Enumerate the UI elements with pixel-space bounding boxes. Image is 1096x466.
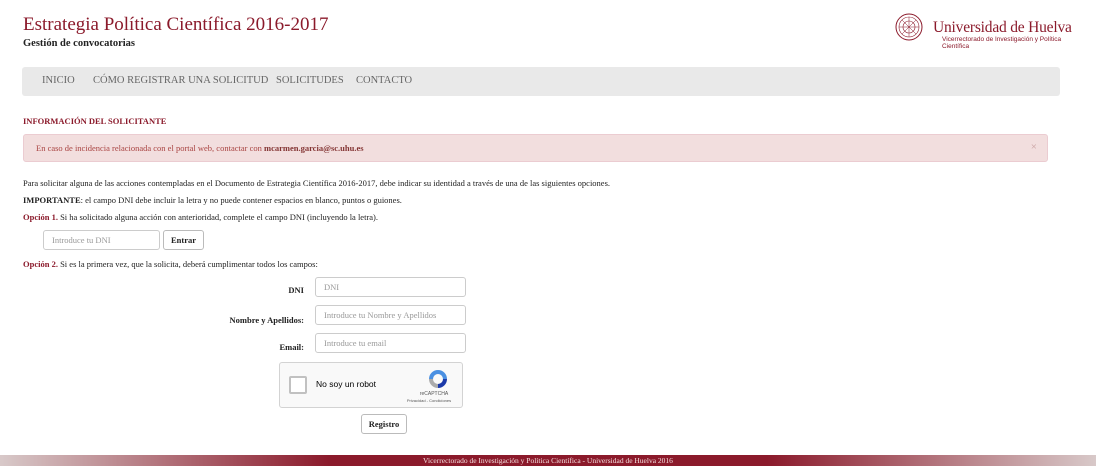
- recaptcha-brand: reCAPTCHA: [419, 391, 449, 397]
- dni-field-label: DNI: [288, 285, 304, 295]
- enter-button[interactable]: Entrar: [163, 230, 204, 250]
- option2-label: Opción 2.: [23, 259, 58, 269]
- university-name: Universidad de Huelva: [933, 19, 1072, 36]
- option2-text: Si es la primera vez, que la solicita, d…: [60, 259, 318, 269]
- important-label: IMPORTANTE: [23, 195, 81, 205]
- nav-item-contacto[interactable]: CONTACTO: [356, 75, 412, 86]
- option2-description: Opción 2. Si es la primera vez, que la s…: [23, 259, 318, 269]
- nav-item-como-registrar[interactable]: CÓMO REGISTRAR UNA SOLICITUD: [93, 75, 268, 86]
- recaptcha-label: No soy un robot: [316, 379, 377, 389]
- page-header: Estrategia Política Científica 2016-2017…: [0, 0, 1096, 60]
- dni-register-input[interactable]: DNI: [315, 277, 466, 297]
- important-note: IMPORTANTE: el campo DNI debe incluir la…: [23, 195, 402, 205]
- email-input[interactable]: Introduce tu email: [315, 333, 466, 353]
- university-seal-icon: [895, 13, 923, 41]
- name-field-label: Nombre y Apellidos:: [229, 315, 304, 325]
- intro-text: Para solicitar alguna de las acciones co…: [23, 178, 611, 188]
- recaptcha-widget: No soy un robot reCAPTCHA Privacidad - C…: [279, 362, 463, 408]
- close-icon[interactable]: ×: [1031, 141, 1037, 153]
- nav-item-solicitudes[interactable]: SOLICITUDES: [276, 75, 344, 86]
- university-department: Vicerrectorado de Investigación y Políti…: [942, 36, 1062, 50]
- email-field-label: Email:: [279, 342, 304, 352]
- incident-alert: En caso de incidencia relacionada con el…: [23, 134, 1048, 162]
- footer-text: Vicerrectorado de Investigación y Políti…: [423, 456, 673, 465]
- option1-text: Si ha solicitado alguna acción con anter…: [60, 212, 379, 222]
- option1-description: Opción 1. Si ha solicitado alguna acción…: [23, 212, 378, 222]
- register-button[interactable]: Registro: [361, 414, 407, 434]
- name-input[interactable]: Introduce tu Nombre y Apellidos: [315, 305, 466, 325]
- alert-email-link[interactable]: mcarmen.garcia@sc.uhu.es: [264, 143, 364, 153]
- recaptcha-checkbox[interactable]: [289, 376, 307, 394]
- page-subtitle: Gestión de convocatorias: [23, 38, 135, 49]
- page-title: Estrategia Política Científica 2016-2017: [23, 14, 329, 35]
- important-text: : el campo DNI debe incluir la letra y n…: [80, 195, 402, 205]
- recaptcha-links[interactable]: Privacidad - Condiciones: [398, 398, 460, 403]
- university-logo[interactable]: Universidad de Huelva Vicerrectorado de …: [895, 13, 1085, 53]
- option1-label: Opción 1.: [23, 212, 58, 222]
- alert-message: En caso de incidencia relacionada con el…: [36, 143, 364, 153]
- section-title: INFORMACIÓN DEL SOLICITANTE: [23, 116, 167, 126]
- main-navbar: INICIO CÓMO REGISTRAR UNA SOLICITUD SOLI…: [22, 67, 1060, 96]
- recaptcha-icon: [429, 370, 447, 388]
- alert-text: En caso de incidencia relacionada con el…: [36, 143, 262, 153]
- dni-login-input[interactable]: Introduce tu DNI: [43, 230, 160, 250]
- page-footer: Vicerrectorado de Investigación y Políti…: [0, 455, 1096, 466]
- nav-item-inicio[interactable]: INICIO: [42, 75, 75, 86]
